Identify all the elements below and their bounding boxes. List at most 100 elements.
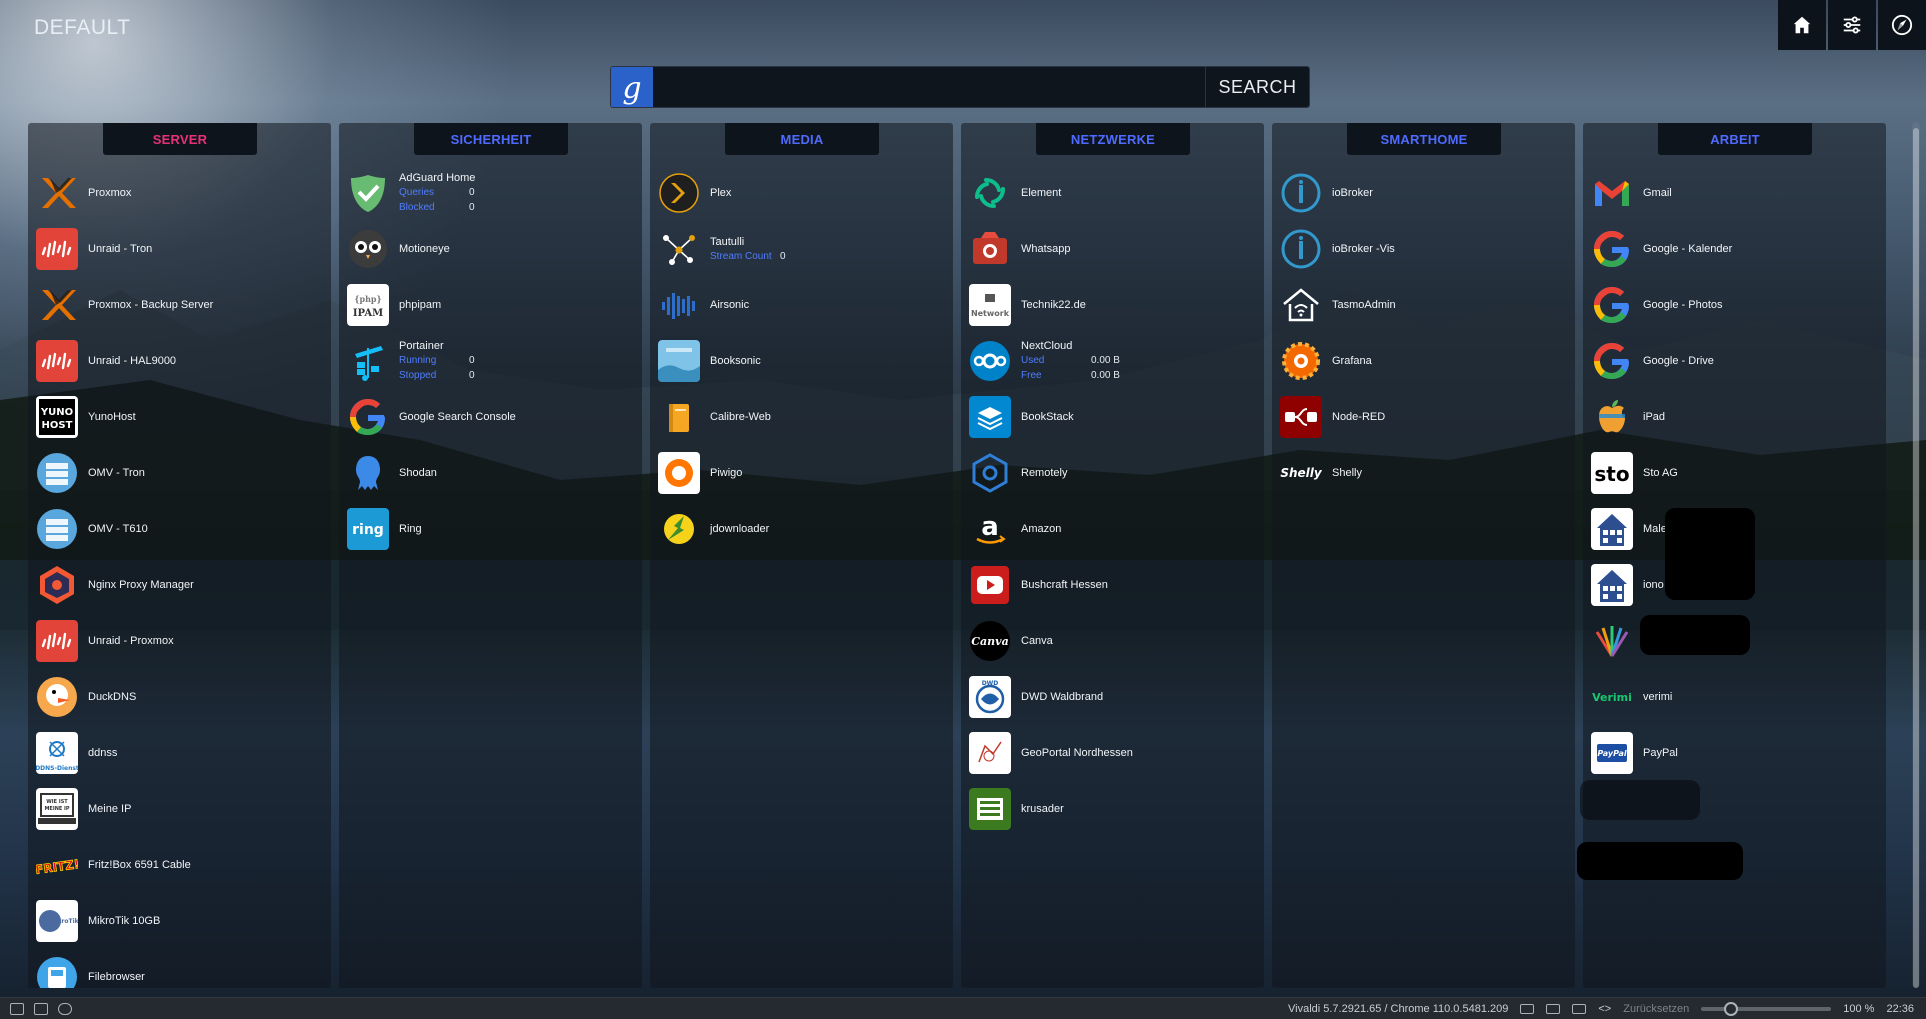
paypal-icon: PayPal	[1591, 732, 1633, 774]
app-tile-label: OMV - Tron	[88, 467, 145, 479]
app-tile[interactable]: Google - Photos	[1591, 277, 1882, 333]
tiling-icon[interactable]	[1546, 1003, 1561, 1014]
app-tile[interactable]: FRITZ! Fritz!Box 6591 Cable	[36, 837, 327, 893]
app-tile[interactable]: Filebrowser	[36, 949, 327, 988]
capture-icon[interactable]	[1520, 1003, 1535, 1014]
app-tile[interactable]: DuckDNS	[36, 669, 327, 725]
app-tile[interactable]: DDNS-Dienst ddnss	[36, 725, 327, 781]
app-tile[interactable]: Google - Kalender	[1591, 221, 1882, 277]
app-tile[interactable]: OMV - Tron	[36, 445, 327, 501]
app-tile[interactable]: GeoPortal Nordhessen	[969, 725, 1260, 781]
panel-toggle-icon[interactable]	[10, 1002, 24, 1015]
app-tile[interactable]: Element	[969, 165, 1260, 221]
peacock-icon	[1591, 620, 1633, 662]
app-tile[interactable]: TasmoAdmin	[1280, 277, 1571, 333]
app-tile[interactable]: Grafana	[1280, 333, 1571, 389]
column-media: MEDIA Plex Tautulli Stream Count 0 Airsonic Bo…	[650, 123, 953, 988]
zoom-slider[interactable]	[1701, 1001, 1832, 1016]
redaction-block	[1580, 780, 1700, 820]
app-tile[interactable]: AdGuard Home Queries 0 Blocked 0	[347, 165, 638, 221]
app-tile[interactable]: Network Technik22.de	[969, 277, 1260, 333]
window-panel-icon[interactable]	[34, 1002, 48, 1015]
page-scrollbar[interactable]	[1912, 122, 1920, 988]
nextcloud-icon	[969, 340, 1011, 382]
app-tile[interactable]: Proxmox - Backup Server	[36, 277, 327, 333]
app-tile[interactable]: a Amazon	[969, 501, 1260, 557]
app-tile-label: Piwigo	[710, 467, 743, 479]
app-tile[interactable]: Nginx Proxy Manager	[36, 557, 327, 613]
app-tile-label: Unraid - HAL9000	[88, 355, 177, 367]
app-tile[interactable]: OMV - T610	[36, 501, 327, 557]
app-tile-label: Tautulli	[710, 235, 745, 248]
app-tile[interactable]: PayPal PayPal	[1591, 725, 1882, 781]
app-tile[interactable]: Booksonic	[658, 333, 949, 389]
column-header: ARBEIT	[1658, 123, 1812, 155]
omv-icon	[36, 508, 78, 550]
app-stat-row: Blocked 0	[399, 201, 475, 214]
app-tile[interactable]: Unraid - Proxmox	[36, 613, 327, 669]
app-tile[interactable]: Google - Drive	[1591, 333, 1882, 389]
app-tile[interactable]: Node-RED	[1280, 389, 1571, 445]
app-tile-label: Plex	[710, 187, 732, 199]
geoportal-icon	[969, 732, 1011, 774]
zoom-reset-button[interactable]: Zurücksetzen	[1623, 1003, 1689, 1015]
app-tile[interactable]: ioBroker -Vis	[1280, 221, 1571, 277]
google-icon[interactable]: g	[611, 67, 653, 107]
settings-button[interactable]	[1828, 0, 1876, 50]
app-tile[interactable]: Calibre-Web	[658, 389, 949, 445]
scrollbar-thumb[interactable]	[1913, 128, 1919, 988]
app-tile[interactable]: {php} IPAM phpipam	[347, 277, 638, 333]
app-tile[interactable]: Portainer Running 0 Stopped 0	[347, 333, 638, 389]
app-tile[interactable]: ioBroker	[1280, 165, 1571, 221]
app-tile[interactable]: Motioneye	[347, 221, 638, 277]
app-tile[interactable]: Unraid - HAL9000	[36, 333, 327, 389]
app-tile[interactable]: Plex	[658, 165, 949, 221]
svg-text:FRITZ!: FRITZ!	[36, 857, 78, 877]
app-tile[interactable]: Remotely	[969, 445, 1260, 501]
app-tile[interactable]: NextCloud Used 0.00 B Free 0.00 B	[969, 333, 1260, 389]
app-tile[interactable]: jdownloader	[658, 501, 949, 557]
home-button[interactable]	[1778, 0, 1826, 50]
jdownloader-icon	[658, 508, 700, 550]
app-tile[interactable]: Bushcraft Hessen	[969, 557, 1260, 613]
app-tile[interactable]: Gmail	[1591, 165, 1882, 221]
app-tile[interactable]: BookStack	[969, 389, 1260, 445]
app-tile[interactable]: Verimi verimi	[1591, 669, 1882, 725]
app-tile[interactable]: Piwigo	[658, 445, 949, 501]
redaction-block	[1665, 508, 1755, 600]
zoom-slider-thumb[interactable]	[1724, 1001, 1739, 1016]
app-tile[interactable]: Whatsapp	[969, 221, 1260, 277]
app-tile-label: Node-RED	[1332, 411, 1386, 423]
app-tile[interactable]: Proxmox	[36, 165, 327, 221]
search-button[interactable]: SEARCH	[1205, 67, 1309, 107]
bookstack-icon	[969, 396, 1011, 438]
app-tile-label: Calibre-Web	[710, 411, 771, 423]
app-tile-label: NextCloud	[1021, 340, 1073, 352]
page-actions-icon[interactable]: <>	[1598, 1003, 1611, 1015]
app-list: Element Whatsapp Network Technik22.de NextCl…	[969, 165, 1260, 837]
images-icon[interactable]	[1572, 1003, 1587, 1014]
app-tile[interactable]: sto Sto AG	[1591, 445, 1882, 501]
app-tile[interactable]: Shelly Shelly	[1280, 445, 1571, 501]
app-tile[interactable]: Tautulli Stream Count 0	[658, 221, 949, 277]
app-tile[interactable]: Airsonic	[658, 277, 949, 333]
app-tile[interactable]: Google Search Console	[347, 389, 638, 445]
app-tile[interactable]: DWD DWD Waldbrand	[969, 669, 1260, 725]
column-header: MEDIA	[725, 123, 879, 155]
app-tile[interactable]: iPad	[1591, 389, 1882, 445]
theme-button[interactable]	[1878, 0, 1926, 50]
app-tile[interactable]: Canva Canva	[969, 613, 1260, 669]
app-tile[interactable]: ring Ring	[347, 501, 638, 557]
svg-text:DDNS-Dienst: DDNS-Dienst	[36, 765, 78, 772]
app-tile[interactable]: WIE IST MEINE IP Meine IP	[36, 781, 327, 837]
app-list: AdGuard Home Queries 0 Blocked 0 Motioneye {ph…	[347, 165, 638, 557]
app-tile[interactable]: Shodan	[347, 445, 638, 501]
ddnss-icon: DDNS-Dienst	[36, 732, 78, 774]
app-tile[interactable]: MikroTik MikroTik 10GB	[36, 893, 327, 949]
column-header: SICHERHEIT	[414, 123, 568, 155]
app-tile[interactable]: YUNO HOST YunoHost	[36, 389, 327, 445]
app-tile[interactable]: krusader	[969, 781, 1260, 837]
search-input[interactable]	[653, 67, 1205, 107]
cloud-sync-icon[interactable]	[58, 1002, 72, 1015]
app-tile[interactable]: Unraid - Tron	[36, 221, 327, 277]
